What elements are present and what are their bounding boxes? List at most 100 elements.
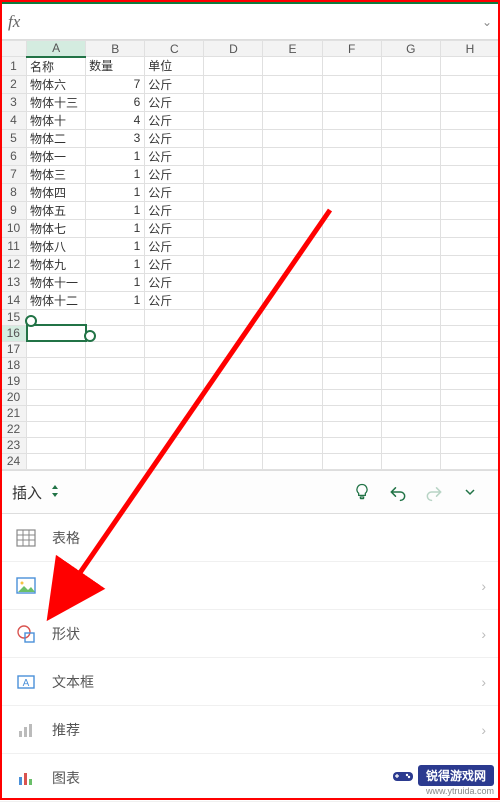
- cell-C16[interactable]: [145, 325, 204, 341]
- cell-A2[interactable]: 物体六: [27, 75, 86, 93]
- cell-F24[interactable]: [322, 453, 381, 469]
- cell-D18[interactable]: [204, 357, 263, 373]
- cell-G21[interactable]: [381, 405, 440, 421]
- cell-F7[interactable]: [322, 165, 381, 183]
- cell-E17[interactable]: [263, 341, 322, 357]
- cell-H4[interactable]: [440, 111, 499, 129]
- cell-B14[interactable]: 1: [86, 291, 145, 309]
- cell-A19[interactable]: [27, 373, 86, 389]
- cell-G11[interactable]: [381, 237, 440, 255]
- cell-B5[interactable]: 3: [86, 129, 145, 147]
- cell-D20[interactable]: [204, 389, 263, 405]
- cell-E24[interactable]: [263, 453, 322, 469]
- row-header-25[interactable]: 25: [1, 469, 27, 470]
- cell-C3[interactable]: 公斤: [145, 93, 204, 111]
- cell-B13[interactable]: 1: [86, 273, 145, 291]
- cell-H16[interactable]: [440, 325, 499, 341]
- cell-C22[interactable]: [145, 421, 204, 437]
- more-icon[interactable]: [452, 485, 488, 499]
- cell-E2[interactable]: [263, 75, 322, 93]
- cell-H2[interactable]: [440, 75, 499, 93]
- cell-D8[interactable]: [204, 183, 263, 201]
- cell-C13[interactable]: 公斤: [145, 273, 204, 291]
- cell-C5[interactable]: 公斤: [145, 129, 204, 147]
- row-header-18[interactable]: 18: [1, 357, 27, 373]
- cell-F6[interactable]: [322, 147, 381, 165]
- cell-H8[interactable]: [440, 183, 499, 201]
- cell-B9[interactable]: 1: [86, 201, 145, 219]
- cell-B24[interactable]: [86, 453, 145, 469]
- cell-B15[interactable]: [86, 309, 145, 325]
- cell-D11[interactable]: [204, 237, 263, 255]
- cell-G13[interactable]: [381, 273, 440, 291]
- cell-A3[interactable]: 物体十三: [27, 93, 86, 111]
- cell-A8[interactable]: 物体四: [27, 183, 86, 201]
- cell-F9[interactable]: [322, 201, 381, 219]
- cell-E9[interactable]: [263, 201, 322, 219]
- row-header-3[interactable]: 3: [1, 93, 27, 111]
- cell-D3[interactable]: [204, 93, 263, 111]
- cell-A14[interactable]: 物体十二: [27, 291, 86, 309]
- cell-E4[interactable]: [263, 111, 322, 129]
- lightbulb-icon[interactable]: [344, 482, 380, 502]
- cell-F13[interactable]: [322, 273, 381, 291]
- cell-E10[interactable]: [263, 219, 322, 237]
- chevron-down-icon[interactable]: ⌄: [482, 15, 492, 29]
- ribbon-mode-switch-icon[interactable]: [48, 484, 62, 501]
- cell-E13[interactable]: [263, 273, 322, 291]
- cell-B12[interactable]: 1: [86, 255, 145, 273]
- cell-F8[interactable]: [322, 183, 381, 201]
- cell-A6[interactable]: 物体一: [27, 147, 86, 165]
- cell-A22[interactable]: [27, 421, 86, 437]
- cell-E15[interactable]: [263, 309, 322, 325]
- cell-F3[interactable]: [322, 93, 381, 111]
- row-header-15[interactable]: 15: [1, 309, 27, 325]
- cell-F16[interactable]: [322, 325, 381, 341]
- cell-A21[interactable]: [27, 405, 86, 421]
- cell-E25[interactable]: [263, 469, 322, 470]
- cell-D22[interactable]: [204, 421, 263, 437]
- row-header-6[interactable]: 6: [1, 147, 27, 165]
- cell-E8[interactable]: [263, 183, 322, 201]
- row-header-16[interactable]: 16: [1, 325, 27, 341]
- cell-H7[interactable]: [440, 165, 499, 183]
- cell-A23[interactable]: [27, 437, 86, 453]
- cell-C4[interactable]: 公斤: [145, 111, 204, 129]
- cell-D12[interactable]: [204, 255, 263, 273]
- cell-G12[interactable]: [381, 255, 440, 273]
- cell-B22[interactable]: [86, 421, 145, 437]
- cell-D2[interactable]: [204, 75, 263, 93]
- cell-B4[interactable]: 4: [86, 111, 145, 129]
- cell-A10[interactable]: 物体七: [27, 219, 86, 237]
- cell-A5[interactable]: 物体二: [27, 129, 86, 147]
- cell-C6[interactable]: 公斤: [145, 147, 204, 165]
- cell-H17[interactable]: [440, 341, 499, 357]
- cell-C18[interactable]: [145, 357, 204, 373]
- cell-C8[interactable]: 公斤: [145, 183, 204, 201]
- cell-G20[interactable]: [381, 389, 440, 405]
- cell-D21[interactable]: [204, 405, 263, 421]
- cell-H14[interactable]: [440, 291, 499, 309]
- row-header-7[interactable]: 7: [1, 165, 27, 183]
- cell-C11[interactable]: 公斤: [145, 237, 204, 255]
- cell-F25[interactable]: [322, 469, 381, 470]
- row-header-21[interactable]: 21: [1, 405, 27, 421]
- cell-F21[interactable]: [322, 405, 381, 421]
- cell-H21[interactable]: [440, 405, 499, 421]
- cell-G25[interactable]: [381, 469, 440, 470]
- select-all-cell[interactable]: [1, 41, 27, 57]
- cell-A18[interactable]: [27, 357, 86, 373]
- cell-H23[interactable]: [440, 437, 499, 453]
- cell-G6[interactable]: [381, 147, 440, 165]
- cell-E7[interactable]: [263, 165, 322, 183]
- cell-F20[interactable]: [322, 389, 381, 405]
- menu-item-table[interactable]: 表格: [0, 514, 500, 562]
- cell-G7[interactable]: [381, 165, 440, 183]
- cell-B19[interactable]: [86, 373, 145, 389]
- cell-F10[interactable]: [322, 219, 381, 237]
- cell-B8[interactable]: 1: [86, 183, 145, 201]
- cell-C21[interactable]: [145, 405, 204, 421]
- col-header-B[interactable]: B: [86, 41, 145, 57]
- cell-C23[interactable]: [145, 437, 204, 453]
- row-header-10[interactable]: 10: [1, 219, 27, 237]
